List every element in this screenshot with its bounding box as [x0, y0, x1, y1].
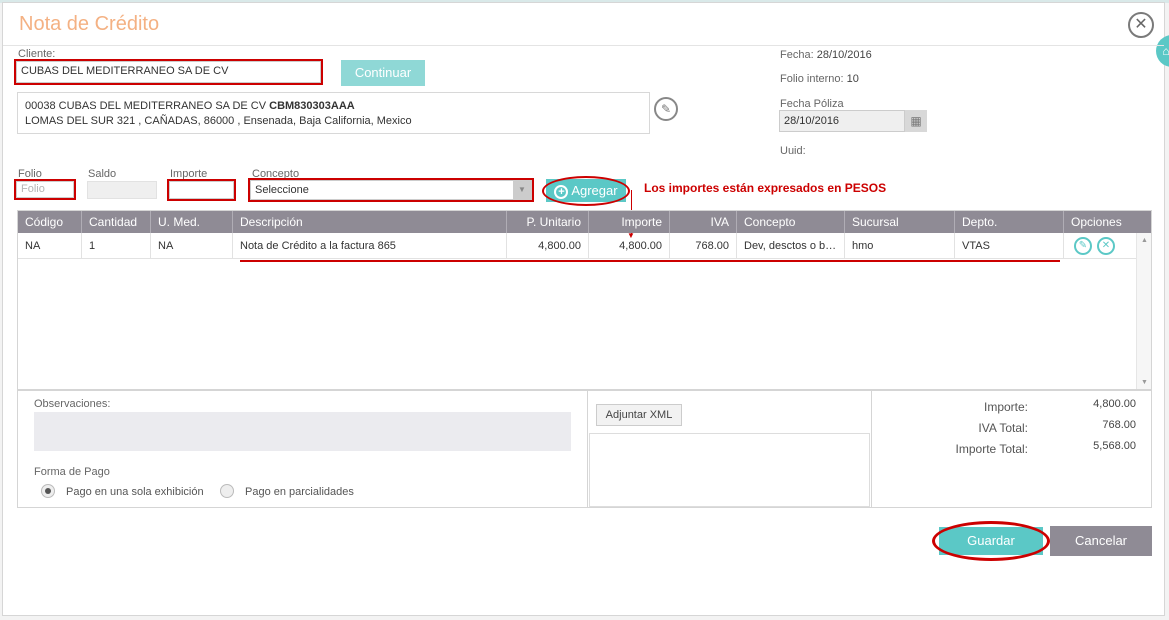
folio-input[interactable]: Folio [14, 179, 76, 200]
cliente-label: Cliente: [18, 48, 56, 60]
divider [587, 391, 588, 507]
grid-header: Código Cantidad U. Med. Descripción P. U… [18, 211, 1151, 233]
importe-total-value: 4,800.00 [1093, 398, 1136, 410]
cliente-address-box: 00038 CUBAS DEL MEDITERRANEO SA DE CV CB… [17, 92, 650, 134]
address-name: 00038 CUBAS DEL MEDITERRANEO SA DE CV [25, 100, 267, 112]
fecha-value: 28/10/2016 [816, 49, 872, 61]
col-concepto[interactable]: Concepto [737, 211, 845, 233]
col-depto[interactable]: Depto. [955, 211, 1064, 233]
chevron-down-icon: ▼ [513, 181, 531, 199]
importe-input[interactable] [167, 179, 236, 201]
xml-drop-area[interactable] [589, 433, 870, 507]
fecha-poliza-input[interactable]: 28/10/2016 [779, 110, 905, 132]
pago-parcial-radio[interactable] [220, 484, 234, 498]
cell-punitario: 4,800.00 [507, 233, 589, 259]
cell-sucursal: hmo [845, 233, 955, 259]
col-iva[interactable]: IVA [670, 211, 737, 233]
pesos-note: Los importes están expresados en PESOS [644, 181, 887, 195]
address-line-1: 00038 CUBAS DEL MEDITERRANEO SA DE CV CB… [25, 99, 642, 114]
cell-iva: 768.00 [670, 233, 737, 259]
fecha-poliza-label: Fecha Póliza [780, 98, 844, 110]
uuid-label: Uuid: [780, 145, 806, 157]
agregar-highlight [542, 176, 630, 206]
edit-row-icon[interactable]: ✎ [1074, 237, 1092, 255]
scroll-up-icon[interactable]: ▲ [1141, 237, 1148, 244]
rfc-value: CBM830303AAA [269, 100, 355, 112]
fecha-label-text: Fecha: [780, 49, 814, 61]
pago-parcial-label: Pago en parcialidades [245, 486, 354, 498]
row-underline-annotation [240, 260, 1060, 262]
cell-concepto: Dev, desctos o b… [737, 233, 845, 259]
adjuntar-xml-button[interactable]: Adjuntar XML [596, 404, 682, 426]
close-icon[interactable]: ✕ [1128, 12, 1154, 38]
nota-credito-dialog: Nota de Crédito ✕ ⌂ Cliente: CUBAS DEL M… [2, 2, 1169, 616]
pencil-icon[interactable]: ✎ [654, 97, 678, 121]
dialog-title: Nota de Crédito [19, 13, 160, 35]
table-row[interactable]: NA 1 NA Nota de Crédito a la factura 865… [18, 233, 1136, 259]
items-grid: Código Cantidad U. Med. Descripción P. U… [17, 210, 1152, 390]
observaciones-label: Observaciones: [34, 398, 111, 410]
col-punitario[interactable]: P. Unitario [507, 211, 589, 233]
calendar-icon[interactable]: ▦ [905, 110, 927, 132]
cell-descripcion: Nota de Crédito a la factura 865 [233, 233, 507, 259]
cell-cantidad: 1 [82, 233, 151, 259]
observaciones-textarea[interactable] [34, 412, 571, 451]
cancelar-button[interactable]: Cancelar [1050, 526, 1152, 556]
fecha-label: Fecha: 28/10/2016 [780, 49, 872, 61]
concepto-select[interactable]: Seleccione ▼ [248, 178, 534, 202]
cell-umed: NA [151, 233, 233, 259]
gran-total-value: 5,568.00 [1093, 440, 1136, 452]
grid-scrollbar[interactable]: ▲ ▼ [1136, 233, 1151, 389]
iva-total-label: IVA Total: [978, 421, 1028, 435]
cliente-input[interactable]: CUBAS DEL MEDITERRANEO SA DE CV [14, 59, 323, 85]
title-divider [3, 45, 1164, 46]
folio-placeholder: Folio [21, 183, 45, 195]
col-sucursal[interactable]: Sucursal [845, 211, 955, 233]
guardar-highlight [932, 521, 1050, 561]
iva-total-value: 768.00 [1102, 419, 1136, 431]
folio-interno-label: Folio interno: [780, 73, 844, 85]
col-opciones: Opciones [1071, 215, 1122, 229]
col-importe[interactable]: Importe [589, 211, 670, 233]
folio-interno: Folio interno: 10 [780, 73, 859, 85]
saldo-input [87, 181, 157, 199]
cell-depto: VTAS [955, 233, 1064, 259]
cell-codigo: NA [18, 233, 82, 259]
importe-label: Importe [170, 168, 208, 180]
col-descripcion[interactable]: Descripción [233, 211, 507, 233]
concepto-label: Concepto [252, 168, 300, 180]
pago-unico-label: Pago en una sola exhibición [66, 486, 204, 498]
scroll-down-icon[interactable]: ▼ [1141, 379, 1148, 386]
forma-pago-label: Forma de Pago [34, 466, 110, 478]
cell-importe: 4,800.00 [589, 233, 670, 259]
delete-row-icon[interactable]: ✕ [1097, 237, 1115, 255]
gran-total-label: Importe Total: [955, 442, 1028, 456]
col-codigo[interactable]: Código [18, 211, 82, 233]
pago-unico-radio[interactable] [41, 484, 55, 498]
folio-label: Folio [18, 168, 42, 180]
divider [871, 391, 872, 507]
importe-total-label: Importe: [983, 400, 1028, 414]
col-umed[interactable]: U. Med. [151, 211, 233, 233]
address-line-2: LOMAS DEL SUR 321 , CAÑADAS, 86000 , Ens… [25, 115, 412, 127]
col-cantidad[interactable]: Cantidad [82, 211, 151, 233]
summary-panel: Observaciones: Forma de Pago Pago en una… [17, 390, 1152, 508]
continuar-button[interactable]: Continuar [341, 60, 425, 86]
saldo-label: Saldo [88, 168, 117, 180]
tag-icon[interactable]: ⌂ [1156, 35, 1169, 67]
folio-interno-value: 10 [846, 73, 859, 85]
concepto-selected: Seleccione [255, 184, 309, 196]
